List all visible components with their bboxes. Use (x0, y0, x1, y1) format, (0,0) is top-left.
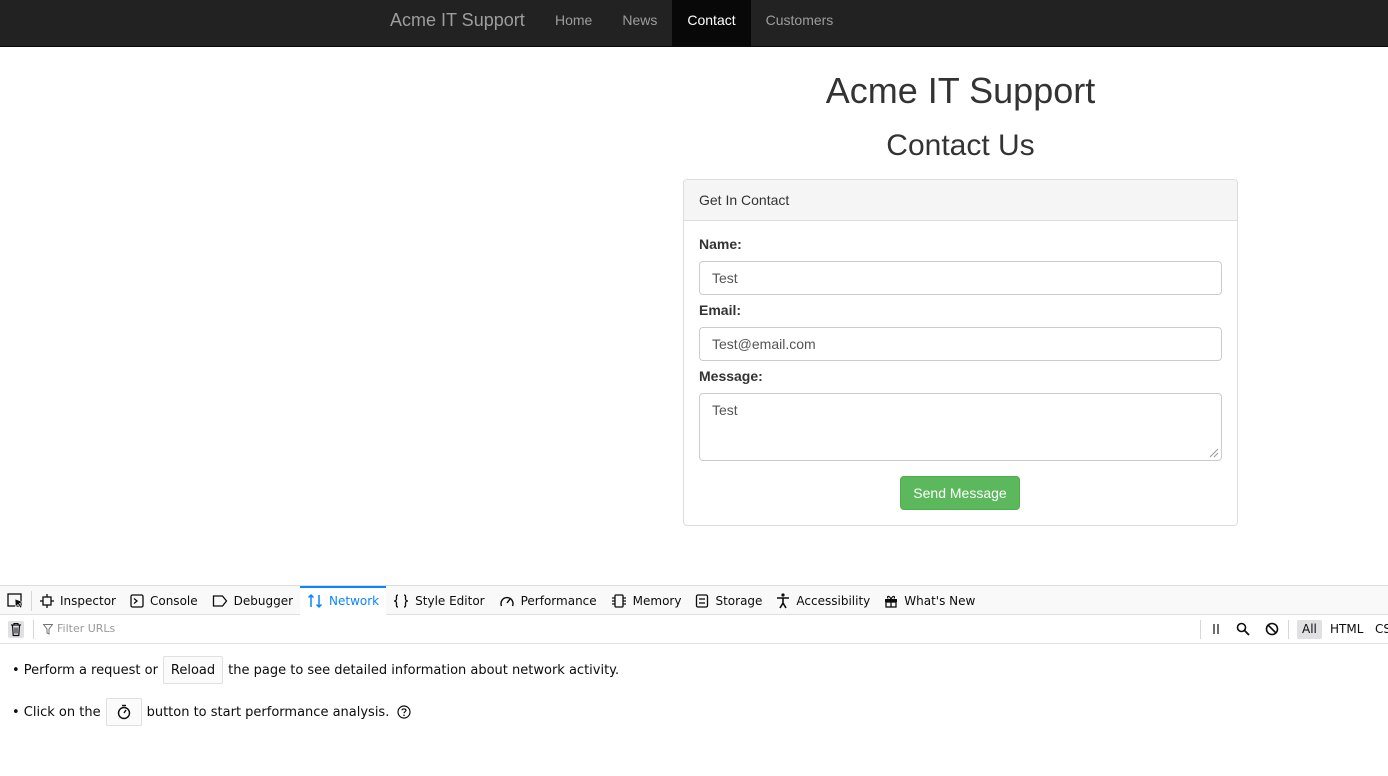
message-suffix: button to start performance analysis. (146, 704, 390, 720)
top-navbar: Acme IT Support Home News Contact Custom… (0, 0, 1388, 47)
tab-label: Debugger (233, 593, 294, 608)
nav-link-news[interactable]: News (607, 0, 672, 46)
message-prefix: • Perform a request or (12, 662, 158, 678)
tab-style-editor[interactable]: Style Editor (386, 586, 491, 615)
style-editor-icon (394, 593, 409, 608)
devtools-toolbar: Inspector Console Debugger Network Style… (0, 586, 1388, 615)
tab-label: Storage (715, 593, 763, 608)
message-suffix: the page to see detailed information abo… (228, 662, 620, 678)
navbar-brand[interactable]: Acme IT Support (390, 0, 525, 46)
pause-icon[interactable] (1210, 623, 1222, 635)
accessibility-icon (777, 592, 790, 608)
devtools-tabs: Inspector Console Debugger Network Style… (33, 586, 982, 615)
send-message-button[interactable]: Send Message (900, 476, 1020, 510)
name-input[interactable] (699, 261, 1222, 295)
filter-separator (33, 620, 34, 639)
performance-message: • Click on the button to start performan… (12, 698, 411, 726)
element-picker-icon[interactable] (6, 592, 26, 610)
tab-label: Accessibility (796, 593, 871, 608)
nav-link-customers[interactable]: Customers (751, 0, 849, 46)
inspector-icon (40, 593, 54, 608)
debugger-icon (212, 594, 227, 607)
block-icon[interactable] (1265, 622, 1279, 636)
tab-label: Performance (520, 593, 597, 608)
network-filter-bar: Filter URLs All HTML CSS (0, 615, 1388, 644)
search-icon[interactable] (1236, 622, 1250, 636)
tab-label: Network (329, 593, 380, 608)
tab-label: Console (149, 593, 198, 608)
filter-urls-input[interactable]: Filter URLs (57, 622, 115, 635)
performance-icon (499, 596, 514, 606)
email-input[interactable] (699, 327, 1222, 361)
name-label: Name: (699, 236, 742, 252)
tab-memory[interactable]: Memory (604, 586, 689, 615)
tab-whats-new[interactable]: What's New (877, 586, 982, 615)
tab-inspector[interactable]: Inspector (33, 586, 123, 615)
panel-heading: Get In Contact (684, 180, 1237, 221)
help-icon[interactable] (397, 705, 411, 719)
tab-debugger[interactable]: Debugger (205, 586, 300, 615)
performance-analysis-button[interactable] (105, 698, 142, 726)
message-text: Test (712, 402, 738, 418)
navbar-links: Home News Contact Customers (540, 0, 848, 46)
memory-icon (611, 593, 626, 608)
type-filter-all[interactable]: All (1297, 620, 1322, 639)
tab-label: Memory (632, 593, 682, 608)
tab-network[interactable]: Network (300, 586, 387, 615)
type-filter-css[interactable]: CSS (1370, 620, 1388, 639)
tab-performance[interactable]: Performance (492, 586, 604, 615)
tab-label: What's New (904, 593, 976, 608)
trash-icon[interactable] (8, 621, 24, 638)
tab-accessibility[interactable]: Accessibility (769, 586, 877, 615)
storage-icon (696, 593, 709, 608)
tab-label: Style Editor (415, 593, 485, 608)
filter-icon (43, 624, 53, 635)
network-icon (308, 593, 323, 608)
nav-link-contact[interactable]: Contact (672, 0, 751, 46)
type-filter-html[interactable]: HTML (1325, 620, 1368, 639)
tab-label: Inspector (60, 593, 116, 608)
filter-separator (1200, 620, 1201, 639)
whats-new-icon (885, 595, 898, 608)
stopwatch-icon (117, 704, 130, 720)
message-prefix: • Click on the (12, 704, 101, 720)
tab-storage[interactable]: Storage (688, 586, 769, 615)
message-label: Message: (699, 368, 763, 384)
devtools-panel: Inspector Console Debugger Network Style… (0, 585, 1388, 776)
message-textarea[interactable]: Test (699, 393, 1222, 461)
tab-console[interactable]: Console (123, 586, 205, 615)
page-title: Acme IT Support (825, 70, 1096, 111)
toolbar-separator (31, 591, 32, 611)
console-icon (130, 593, 144, 608)
page-subtitle: Contact Us (886, 129, 1035, 162)
contact-panel: Get In Contact Name: Email: Message: Tes… (683, 179, 1238, 526)
filter-separator (1288, 620, 1289, 639)
resize-grip-icon[interactable] (1209, 448, 1219, 458)
nav-link-home[interactable]: Home (540, 0, 607, 46)
email-label: Email: (699, 302, 742, 318)
reload-button[interactable]: Reload (162, 656, 224, 684)
network-empty-message: • Perform a request or Reload the page t… (12, 656, 619, 684)
